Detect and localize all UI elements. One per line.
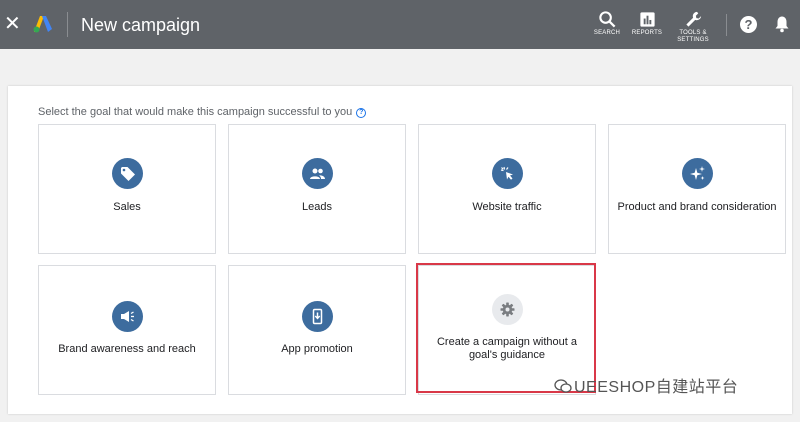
- reports-icon: [639, 12, 655, 27]
- goal-card-no-goal-guidance[interactable]: Create a campaign without a goal's guida…: [418, 265, 596, 395]
- goal-card-website-traffic[interactable]: Website traffic: [418, 124, 596, 254]
- tools-label-line2: SETTINGS: [677, 37, 709, 43]
- sparkle-icon: [682, 158, 713, 189]
- tools-label-line1: TOOLS &: [679, 30, 707, 36]
- gear-icon: [492, 294, 523, 325]
- cursor-click-icon: [492, 158, 523, 189]
- megaphone-icon: [112, 301, 143, 332]
- watermark: UEESHOP自建站平台: [554, 377, 738, 399]
- goal-prompt-text: Select the goal that would make this cam…: [38, 106, 353, 118]
- wechat-icon: [554, 379, 572, 393]
- watermark-text: UEESHOP自建站平台: [574, 379, 739, 396]
- toolbar-divider: [726, 14, 727, 36]
- search-icon: [598, 11, 615, 28]
- reports-button[interactable]: REPORTS: [627, 10, 667, 36]
- goal-prompt: Select the goal that would make this cam…: [38, 105, 367, 119]
- search-label: SEARCH: [593, 30, 621, 36]
- mobile-download-icon: [302, 301, 333, 332]
- page-title: New campaign: [81, 15, 201, 35]
- tag-icon: [112, 158, 143, 189]
- goal-label: App promotion: [281, 343, 353, 355]
- goal-card-leads[interactable]: Leads: [228, 124, 406, 254]
- reports-label: REPORTS: [631, 30, 663, 36]
- goal-label: Sales: [113, 201, 141, 213]
- goal-card-product-brand-consideration[interactable]: Product and brand consideration: [608, 124, 786, 254]
- goal-label: Create a campaign without a goal's guida…: [436, 336, 578, 361]
- goal-card-sales[interactable]: Sales: [38, 124, 216, 254]
- wrench-icon: [685, 11, 701, 27]
- help-circle-icon[interactable]: ?: [356, 108, 367, 118]
- notification-bell-icon[interactable]: [774, 15, 790, 33]
- goal-label: Leads: [302, 201, 332, 213]
- help-icon[interactable]: ?: [740, 16, 757, 33]
- goal-label: Product and brand consideration: [617, 201, 777, 213]
- search-button[interactable]: SEARCH: [587, 10, 627, 36]
- goal-label: Website traffic: [472, 201, 542, 213]
- goal-label: Brand awareness and reach: [58, 343, 196, 355]
- goal-card-app-promotion[interactable]: App promotion: [228, 265, 406, 395]
- people-icon: [302, 158, 333, 189]
- tools-settings-button[interactable]: TOOLS & SETTINGS: [673, 10, 713, 43]
- top-bar: ✕ New campaign SEARCH REPORTS TOOLS & SE…: [0, 0, 800, 49]
- goal-card-brand-awareness[interactable]: Brand awareness and reach: [38, 265, 216, 395]
- close-icon[interactable]: ✕: [4, 14, 21, 34]
- header-divider: [67, 12, 68, 37]
- google-ads-logo: [33, 16, 52, 33]
